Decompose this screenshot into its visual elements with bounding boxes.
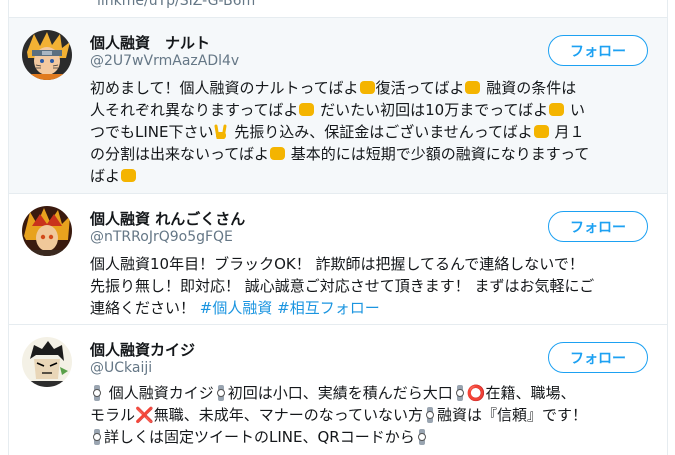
cross-mark-icon: ❌	[135, 406, 154, 424]
follow-button[interactable]: フォロー	[548, 35, 648, 66]
user-card-naruto[interactable]: 個人融資 ナルト @2U7wVrmAazADl4v フォロー 初めまして！個人融…	[9, 18, 667, 194]
follow-button[interactable]: フォロー	[548, 342, 648, 373]
avatar[interactable]	[22, 337, 72, 387]
fist-icon	[465, 81, 481, 94]
bio-text: の分割は出来ないってばよ	[90, 145, 269, 163]
bio-text: 月１	[549, 123, 585, 141]
bio-text: ばよ	[90, 167, 121, 185]
watch-icon	[93, 429, 101, 445]
fist-icon	[359, 81, 375, 94]
watch-icon	[93, 385, 101, 401]
watch-icon	[455, 385, 464, 401]
fist-icon	[549, 103, 565, 116]
rengoku-avatar-icon	[22, 206, 72, 256]
bio-text: 初回は小口、実績を積んだら大口	[227, 384, 453, 402]
user-handle[interactable]: @2U7wVrmAazADl4v	[90, 53, 239, 69]
kaiji-avatar-icon	[22, 337, 72, 387]
avatar[interactable]	[22, 206, 72, 256]
bio-text: 個人融資10年目！ブラックOK！ 詐欺師は把握してるんで連絡しないで！	[90, 255, 584, 273]
victory-hand-icon	[214, 124, 227, 139]
fist-icon	[121, 169, 137, 182]
user-card-rengoku[interactable]: 個人融資 れんごくさん @nTRRoJrQ9o5gFQE フォロー 個人融資10…	[9, 194, 667, 325]
bio-text: 詳しくは固定ツイートのLINE、QRコードから	[104, 428, 415, 446]
bio-text: 先振り込み、保証金はございませんってばよ	[229, 123, 533, 141]
watch-icon	[417, 429, 426, 445]
bio-text: 復活ってばよ	[375, 79, 465, 97]
previous-card-partial: linkme/uTp/SIZ-G-B6m	[9, 0, 667, 18]
fist-icon	[533, 125, 549, 138]
display-name[interactable]: 個人融資 れんごくさん	[90, 208, 245, 229]
red-circle-icon: ⭕	[466, 384, 486, 402]
bio-text: 在籍、職場、	[485, 384, 576, 402]
partial-text: linkme/uTp/SIZ-G-B6m	[97, 0, 256, 9]
user-card-kaiji[interactable]: 個人融資カイジ @UCkaiji フォロー 個人融資カイジ 初回は小口、実績を積ん…	[9, 325, 667, 455]
bio-text: だいたい初回は10万までってばよ	[315, 101, 549, 119]
display-name[interactable]: 個人融資カイジ	[90, 339, 195, 360]
bio-text: 連絡ください！	[90, 299, 200, 317]
bio-text: 融資は『信頼』です！	[436, 406, 587, 424]
bio-text: モラル	[90, 406, 136, 424]
watch-icon	[425, 407, 434, 423]
bio-text: い	[565, 101, 585, 119]
bio-text: つでもLINE下さい	[90, 123, 214, 141]
bio-text: 融資の条件は	[481, 79, 577, 97]
user-bio: 個人融資カイジ 初回は小口、実績を積んだら大口 ⭕在籍、職場、 モラル❌無職、未成年…	[90, 382, 650, 448]
bio-text: 先振り無し！即対応！ 誠心誠意ご対応させて頂きます！ まずはお気軽にご	[90, 277, 595, 295]
hashtag-link[interactable]: #個人融資	[200, 299, 273, 317]
user-list: linkme/uTp/SIZ-G-B6m 個人融資 ナルト @2U7wVrmAa…	[8, 0, 668, 455]
bio-text: 人それぞれ異なりますってばよ	[90, 101, 299, 119]
follow-button[interactable]: フォロー	[548, 211, 648, 242]
fist-icon	[299, 103, 315, 116]
user-handle[interactable]: @nTRRoJrQ9o5gFQE	[90, 229, 233, 245]
bio-text: 初めまして！個人融資のナルトってばよ	[90, 79, 359, 97]
user-bio: 個人融資10年目！ブラックOK！ 詐欺師は把握してるんで連絡しないで！ 先振り無…	[90, 253, 650, 319]
bio-text: 無職、未成年、マナーのなっていない方	[153, 406, 423, 424]
watch-icon	[216, 385, 225, 401]
bio-text: 基本的には短期で少額の融資になりますって	[285, 145, 590, 163]
bio-text: 個人融資カイジ	[104, 384, 214, 402]
display-name[interactable]: 個人融資 ナルト	[90, 32, 210, 53]
user-bio: 初めまして！個人融資のナルトってばよ 復活ってばよ 融資の条件は 人それぞれ異なり…	[90, 77, 650, 187]
hashtag-link[interactable]: #相互フォロー	[277, 299, 380, 317]
avatar[interactable]	[22, 30, 72, 80]
naruto-avatar-icon	[22, 30, 72, 80]
user-handle[interactable]: @UCkaiji	[90, 360, 152, 376]
fist-icon	[269, 147, 285, 160]
